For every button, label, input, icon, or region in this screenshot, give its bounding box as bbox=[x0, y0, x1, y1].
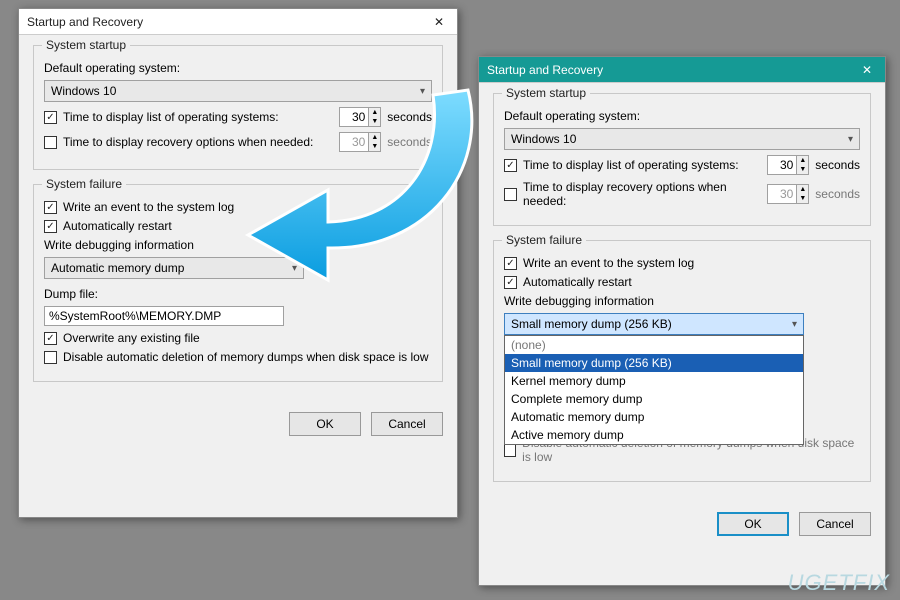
chevron-down-icon: ▾ bbox=[792, 319, 797, 330]
default-os-value: Windows 10 bbox=[511, 132, 576, 146]
checkbox-auto-restart[interactable]: ✓ bbox=[504, 276, 517, 289]
label-auto-restart: Automatically restart bbox=[523, 275, 632, 289]
dropdown-option[interactable]: Active memory dump bbox=[505, 426, 803, 444]
label-write-debug: Write debugging information bbox=[504, 294, 654, 308]
checkbox-write-event[interactable]: ✓ bbox=[504, 257, 517, 270]
arrow-annotation-icon bbox=[228, 80, 488, 300]
write-debug-select[interactable]: Small memory dump (256 KB) ▾ bbox=[504, 313, 804, 335]
checkbox-disable-delete[interactable] bbox=[44, 351, 57, 364]
checkbox-overwrite[interactable]: ✓ bbox=[44, 332, 57, 345]
watermark: UGETFIX bbox=[788, 570, 890, 596]
ok-button[interactable]: OK bbox=[289, 412, 361, 436]
group-label-failure: System failure bbox=[42, 177, 126, 191]
label-time-recovery: Time to display recovery options when ne… bbox=[523, 180, 761, 208]
dump-file-input[interactable]: %SystemRoot%\MEMORY.DMP bbox=[44, 306, 284, 326]
checkbox-write-event[interactable]: ✓ bbox=[44, 201, 57, 214]
dialog-title: Startup and Recovery bbox=[27, 15, 143, 29]
time-os-list-stepper[interactable]: ▲▼ bbox=[767, 155, 809, 175]
label-time-os-list: Time to display list of operating system… bbox=[523, 158, 761, 172]
label-seconds: seconds bbox=[815, 158, 860, 172]
label-seconds: seconds bbox=[815, 187, 860, 201]
time-recovery-stepper[interactable]: ▲▼ bbox=[767, 184, 809, 204]
write-debug-value: Automatic memory dump bbox=[51, 261, 184, 275]
startup-recovery-dialog-right: Startup and Recovery ✕ System startup De… bbox=[478, 56, 886, 586]
button-bar: OK Cancel bbox=[19, 404, 457, 448]
checkbox-time-recovery[interactable] bbox=[504, 188, 517, 201]
label-auto-restart: Automatically restart bbox=[63, 219, 172, 233]
spin-up-icon[interactable]: ▲ bbox=[796, 185, 808, 194]
group-label-startup: System startup bbox=[502, 86, 590, 100]
group-system-startup: System startup Default operating system:… bbox=[493, 93, 871, 226]
dump-file-value: %SystemRoot%\MEMORY.DMP bbox=[49, 309, 221, 323]
dialog-title: Startup and Recovery bbox=[487, 63, 603, 77]
close-icon[interactable]: ✕ bbox=[429, 15, 449, 29]
label-overwrite: Overwrite any existing file bbox=[63, 331, 200, 345]
ok-button[interactable]: OK bbox=[717, 512, 789, 536]
label-default-os: Default operating system: bbox=[44, 61, 180, 75]
cancel-button[interactable]: Cancel bbox=[371, 412, 443, 436]
spin-down-icon[interactable]: ▼ bbox=[796, 194, 808, 203]
dropdown-option[interactable]: Kernel memory dump bbox=[505, 372, 803, 390]
label-write-debug: Write debugging information bbox=[44, 238, 194, 252]
titlebar[interactable]: Startup and Recovery ✕ bbox=[19, 9, 457, 35]
button-bar: OK Cancel bbox=[479, 504, 885, 548]
write-debug-dropdown[interactable]: (none) Small memory dump (256 KB) Kernel… bbox=[504, 335, 804, 445]
cancel-button[interactable]: Cancel bbox=[799, 512, 871, 536]
group-label-failure: System failure bbox=[502, 233, 586, 247]
label-disable-delete: Disable automatic deletion of memory dum… bbox=[63, 350, 429, 364]
default-os-select[interactable]: Windows 10 ▾ bbox=[504, 128, 860, 150]
label-dump-file: Dump file: bbox=[44, 287, 98, 301]
label-write-event: Write an event to the system log bbox=[523, 256, 694, 270]
spin-up-icon[interactable]: ▲ bbox=[796, 156, 808, 165]
group-system-failure: System failure ✓ Write an event to the s… bbox=[493, 240, 871, 482]
dialog-body: System startup Default operating system:… bbox=[479, 83, 885, 504]
checkbox-time-recovery[interactable] bbox=[44, 136, 57, 149]
chevron-down-icon: ▾ bbox=[848, 134, 853, 145]
close-icon[interactable]: ✕ bbox=[857, 63, 877, 77]
checkbox-auto-restart[interactable]: ✓ bbox=[44, 220, 57, 233]
dropdown-option[interactable]: (none) bbox=[505, 336, 803, 354]
group-label-startup: System startup bbox=[42, 38, 130, 52]
default-os-value: Windows 10 bbox=[51, 84, 116, 98]
label-write-event: Write an event to the system log bbox=[63, 200, 234, 214]
label-default-os: Default operating system: bbox=[504, 109, 640, 123]
titlebar[interactable]: Startup and Recovery ✕ bbox=[479, 57, 885, 83]
checkbox-disable-delete[interactable] bbox=[504, 444, 516, 457]
dropdown-option[interactable]: Automatic memory dump bbox=[505, 408, 803, 426]
time-os-list-value[interactable] bbox=[768, 158, 796, 172]
checkbox-time-os-list[interactable]: ✓ bbox=[44, 111, 57, 124]
spin-down-icon[interactable]: ▼ bbox=[796, 165, 808, 174]
time-recovery-value[interactable] bbox=[768, 187, 796, 201]
checkbox-time-os-list[interactable]: ✓ bbox=[504, 159, 517, 172]
dropdown-option[interactable]: Complete memory dump bbox=[505, 390, 803, 408]
dropdown-option[interactable]: Small memory dump (256 KB) bbox=[505, 354, 803, 372]
write-debug-value: Small memory dump (256 KB) bbox=[511, 317, 672, 331]
